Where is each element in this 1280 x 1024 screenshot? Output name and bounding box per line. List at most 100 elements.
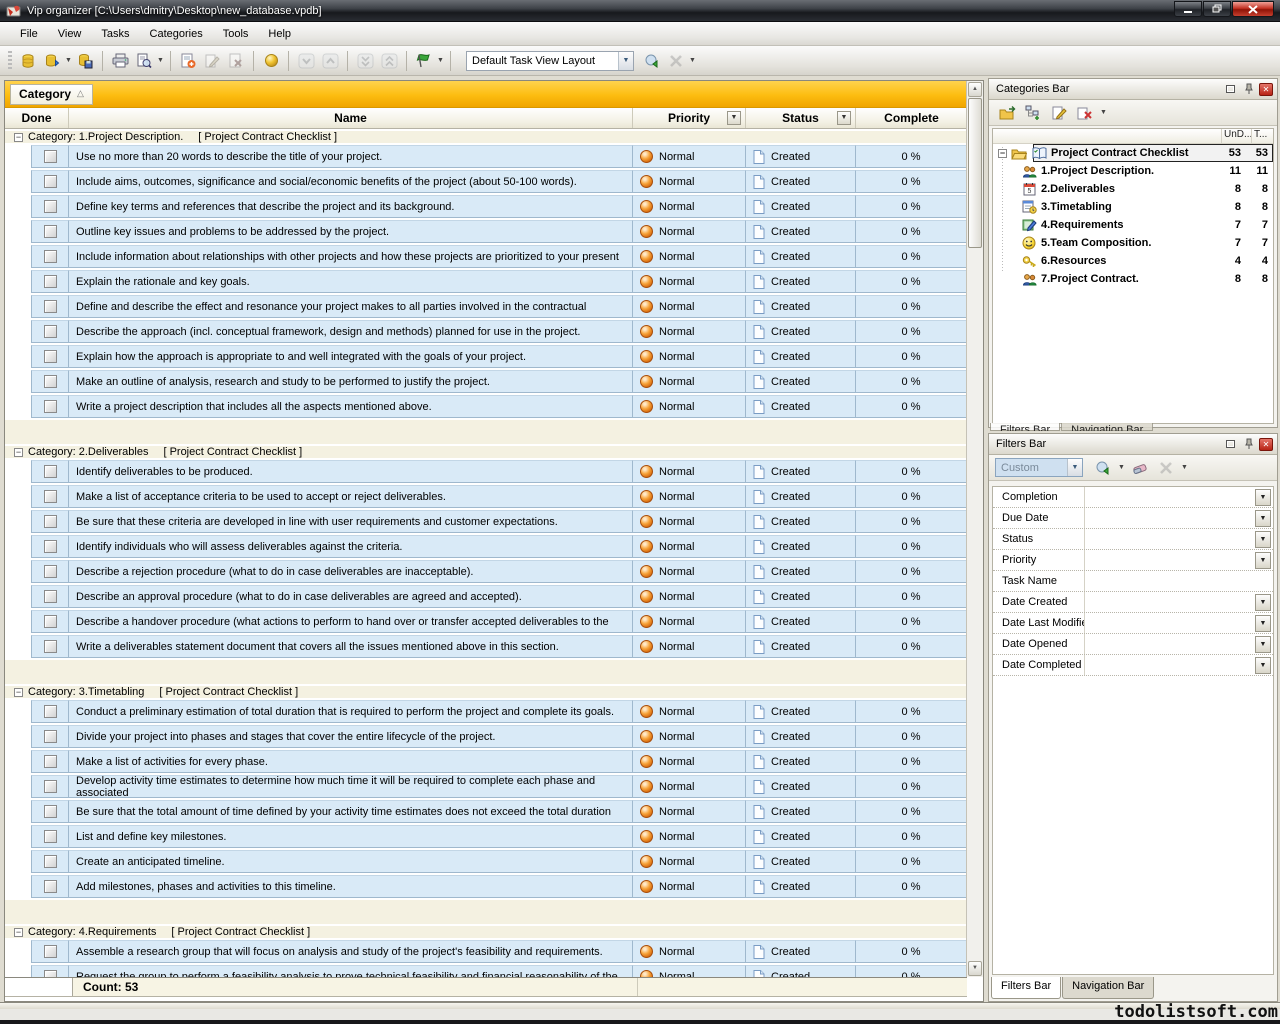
apply-layout-icon[interactable]	[640, 50, 664, 72]
task-row[interactable]: Divide your project into phases and stag…	[5, 723, 967, 748]
status-cell[interactable]: Created	[746, 535, 856, 558]
name-cell[interactable]: Outline key issues and problems to be ad…	[69, 220, 633, 243]
name-cell[interactable]: Add milestones, phases and activities to…	[69, 875, 633, 898]
priority-icon[interactable]	[259, 50, 283, 72]
move-up-icon[interactable]	[318, 50, 342, 72]
task-row[interactable]: Describe the approach (incl. conceptual …	[5, 318, 967, 343]
priority-cell[interactable]: Normal	[633, 875, 746, 898]
status-cell[interactable]: Created	[746, 245, 856, 268]
priority-cell[interactable]: Normal	[633, 195, 746, 218]
collapse-group-icon[interactable]: −	[14, 687, 23, 697]
status-cell[interactable]: Created	[746, 270, 856, 293]
status-cell[interactable]: Created	[746, 195, 856, 218]
done-checkbox[interactable]	[43, 465, 57, 478]
task-row[interactable]: Define key terms and references that des…	[5, 193, 967, 218]
move-down-icon[interactable]	[294, 50, 318, 72]
status-cell[interactable]: Created	[746, 395, 856, 418]
task-row[interactable]: Outline key issues and problems to be ad…	[5, 218, 967, 243]
menu-file[interactable]: File	[10, 25, 48, 43]
done-checkbox[interactable]	[43, 175, 57, 188]
name-cell[interactable]: Identify deliverables to be produced.	[69, 460, 633, 483]
name-cell[interactable]: Be sure that the total amount of time de…	[69, 800, 633, 823]
menu-tasks[interactable]: Tasks	[91, 25, 139, 43]
priority-cell[interactable]: Normal	[633, 535, 746, 558]
minimize-button[interactable]	[1174, 1, 1202, 17]
name-cell[interactable]: Assemble a research group that will focu…	[69, 940, 633, 963]
task-row[interactable]: Write a deliverables statement document …	[5, 633, 967, 658]
column-total[interactable]: T...	[1251, 129, 1273, 143]
tab-filters-bar[interactable]: Filters Bar	[990, 423, 1061, 431]
category-group-row[interactable]: − Category: 3.Timetabling [ Project Cont…	[5, 684, 967, 698]
name-cell[interactable]: Write a deliverables statement document …	[69, 635, 633, 658]
apply-filter-icon[interactable]	[1091, 457, 1115, 479]
priority-cell[interactable]: Normal	[633, 510, 746, 533]
open-database-icon[interactable]	[40, 50, 64, 72]
category-tree-item[interactable]: 4.Requirements 7 7	[993, 216, 1273, 234]
priority-cell[interactable]: Normal	[633, 700, 746, 723]
close-button[interactable]	[1232, 1, 1274, 17]
open-database-dropdown-icon[interactable]: ▼	[64, 57, 73, 64]
done-checkbox[interactable]	[43, 705, 57, 718]
status-cell[interactable]: Created	[746, 485, 856, 508]
task-row[interactable]: Use no more than 20 words to describe th…	[5, 143, 967, 168]
tab-navigation-bar[interactable]: Navigation Bar	[1062, 977, 1155, 999]
done-checkbox[interactable]	[43, 325, 57, 338]
priority-cell[interactable]: Normal	[633, 145, 746, 168]
group-by-category-chip[interactable]: Category △	[10, 83, 93, 105]
status-cell[interactable]: Created	[746, 295, 856, 318]
done-checkbox[interactable]	[43, 640, 57, 653]
priority-cell[interactable]: Normal	[633, 940, 746, 963]
menu-view[interactable]: View	[48, 25, 92, 43]
status-cell[interactable]: Created	[746, 610, 856, 633]
task-row[interactable]: Write a project description that include…	[5, 393, 967, 418]
status-cell[interactable]: Created	[746, 510, 856, 533]
done-checkbox[interactable]	[43, 780, 57, 793]
task-view-layout-combo[interactable]: Default Task View Layout ▼	[466, 50, 634, 71]
save-database-icon[interactable]	[73, 50, 97, 72]
filter-preset-combo[interactable]: Custom ▼	[995, 458, 1083, 477]
filter-dropdown-icon[interactable]: ▼	[1255, 530, 1271, 548]
tab-filters-bar[interactable]: Filters Bar	[991, 977, 1062, 999]
priority-cell[interactable]: Normal	[633, 560, 746, 583]
done-checkbox[interactable]	[43, 275, 57, 288]
name-cell[interactable]: Create an anticipated timeline.	[69, 850, 633, 873]
done-checkbox[interactable]	[43, 755, 57, 768]
priority-cell[interactable]: Normal	[633, 750, 746, 773]
priority-cell[interactable]: Normal	[633, 345, 746, 368]
done-checkbox[interactable]	[43, 150, 57, 163]
delete-category-icon[interactable]	[1073, 102, 1097, 124]
filter-dropdown-icon[interactable]: ▼	[1255, 614, 1271, 632]
new-database-icon[interactable]	[16, 50, 40, 72]
task-row[interactable]: Assemble a research group that will focu…	[5, 938, 967, 963]
status-cell[interactable]: Created	[746, 635, 856, 658]
name-cell[interactable]: Describe a handover procedure (what acti…	[69, 610, 633, 633]
done-checkbox[interactable]	[43, 225, 57, 238]
name-cell[interactable]: Write a project description that include…	[69, 395, 633, 418]
category-tree-item[interactable]: 1.Project Description. 11 11	[993, 162, 1273, 180]
status-cell[interactable]: Created	[746, 940, 856, 963]
category-tree-item[interactable]: 6.Resources 4 4	[993, 252, 1273, 270]
task-row[interactable]: Add milestones, phases and activities to…	[5, 873, 967, 898]
task-row[interactable]: Describe a handover procedure (what acti…	[5, 608, 967, 633]
status-cell[interactable]: Created	[746, 320, 856, 343]
column-header-priority[interactable]: Priority ▼	[633, 108, 746, 128]
task-row[interactable]: Describe a rejection procedure (what to …	[5, 558, 967, 583]
task-row[interactable]: Create an anticipated timeline. Normal C…	[5, 848, 967, 873]
category-tree-item[interactable]: 5.Team Composition. 7 7	[993, 234, 1273, 252]
task-row[interactable]: Explain the rationale and key goals. Nor…	[5, 268, 967, 293]
done-checkbox[interactable]	[43, 880, 57, 893]
category-tree-item[interactable]: 3.Timetabling 8 8	[993, 198, 1273, 216]
collapse-group-icon[interactable]: −	[14, 447, 23, 457]
filters-float-icon[interactable]	[1223, 437, 1238, 451]
priority-cell[interactable]: Normal	[633, 170, 746, 193]
categories-toolbar-dropdown-icon[interactable]: ▼	[1099, 109, 1108, 116]
status-cell[interactable]: Created	[746, 825, 856, 848]
filter-value-field[interactable]	[1085, 655, 1255, 675]
done-checkbox[interactable]	[43, 400, 57, 413]
filters-close-icon[interactable]: ✕	[1259, 437, 1273, 451]
name-cell[interactable]: Define and describe the effect and reson…	[69, 295, 633, 318]
print-preview-icon[interactable]	[132, 50, 156, 72]
column-undone[interactable]: UnD...	[1221, 129, 1252, 143]
print-dropdown-icon[interactable]: ▼	[156, 57, 165, 64]
name-cell[interactable]: Describe the approach (incl. conceptual …	[69, 320, 633, 343]
